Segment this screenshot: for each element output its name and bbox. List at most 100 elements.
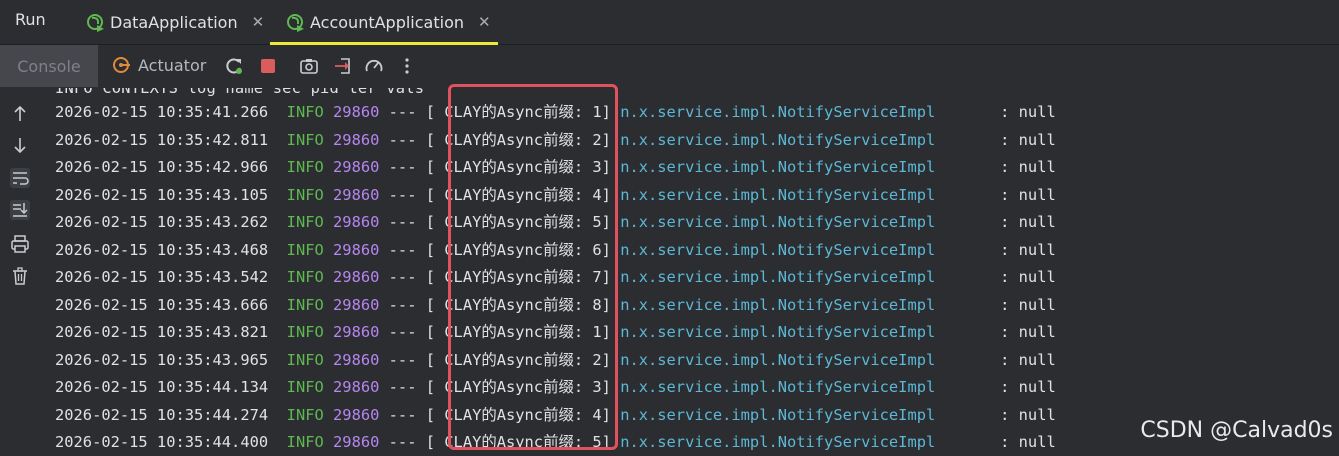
scroll-to-end-icon[interactable]: [10, 200, 30, 220]
log-class: n.x.service.impl.NotifyServiceImpl: [620, 350, 936, 369]
log-timestamp: 2026-02-15 10:35:44.274: [55, 405, 269, 424]
console-line: 2026-02-15 10:35:41.266 INFO 29860 --- […: [55, 100, 1056, 124]
log-separator: ---: [388, 158, 417, 176]
trash-icon[interactable]: [10, 266, 30, 286]
console-line: 2026-02-15 10:35:44.274 INFO 29860 --- […: [55, 403, 1056, 427]
log-separator: ---: [388, 213, 417, 231]
log-message: : null: [1000, 185, 1056, 204]
console-line: 2026-02-15 10:35:43.965 INFO 29860 --- […: [55, 348, 1056, 372]
log-class: n.x.service.impl.NotifyServiceImpl: [620, 213, 936, 231]
console-line: 2026-02-15 10:35:43.542 INFO 29860 --- […: [55, 265, 1056, 289]
log-thread: [ CLAY的Async前缀: 2]: [425, 130, 611, 149]
log-level: INFO: [286, 158, 324, 176]
log-message: : null: [1000, 433, 1056, 451]
log-timestamp: 2026-02-15 10:35:41.266: [55, 103, 269, 121]
stop-icon[interactable]: [258, 56, 278, 76]
log-thread: [ CLAY的Async前缀: 5]: [425, 213, 611, 231]
log-timestamp: 2026-02-15 10:35:43.105: [55, 185, 269, 204]
log-level: INFO: [286, 405, 324, 424]
console-tab-label: Console: [17, 56, 81, 76]
log-level: INFO: [286, 240, 324, 259]
actuator-label: Actuator: [138, 55, 207, 75]
log-thread: [ CLAY的Async前缀: 5]: [425, 433, 611, 451]
screenshot-icon[interactable]: [299, 56, 319, 76]
down-arrow-icon[interactable]: [10, 135, 30, 155]
log-message: : null: [1000, 405, 1056, 424]
console-output[interactable]: INFO CONTEXTS log name sec pid ter vals …: [40, 88, 1339, 456]
log-class: n.x.service.impl.NotifyServiceImpl: [620, 378, 936, 396]
log-pid: 29860: [333, 240, 380, 259]
console-line: 2026-02-15 10:35:42.811 INFO 29860 --- […: [55, 128, 1056, 152]
log-level: INFO: [286, 130, 324, 149]
log-separator: ---: [388, 103, 417, 121]
log-level: INFO: [286, 323, 324, 341]
console-partial-line: INFO CONTEXTS log name sec pid ter vals: [55, 88, 425, 97]
log-separator: ---: [388, 433, 417, 451]
log-class: n.x.service.impl.NotifyServiceImpl: [620, 405, 936, 424]
log-timestamp: 2026-02-15 10:35:42.966: [55, 158, 269, 176]
log-pid: 29860: [333, 268, 380, 286]
log-class: n.x.service.impl.NotifyServiceImpl: [620, 158, 936, 176]
log-separator: ---: [388, 185, 417, 204]
soft-wrap-icon[interactable]: [10, 168, 30, 188]
log-message: : null: [1000, 130, 1056, 149]
log-message: : null: [1000, 158, 1056, 176]
log-thread: [ CLAY的Async前缀: 2]: [425, 350, 611, 369]
actuator-icon: [113, 57, 130, 73]
log-level: INFO: [286, 185, 324, 204]
log-timestamp: 2026-02-15 10:35:43.262: [55, 213, 269, 231]
rerun-icon[interactable]: [224, 56, 244, 76]
log-class: n.x.service.impl.NotifyServiceImpl: [620, 130, 936, 149]
log-timestamp: 2026-02-15 10:35:43.666: [55, 295, 269, 314]
log-separator: ---: [388, 295, 417, 314]
dashboard-icon[interactable]: [364, 56, 384, 76]
console-line: 2026-02-15 10:35:43.262 INFO 29860 --- […: [55, 210, 1056, 234]
up-arrow-icon[interactable]: [10, 104, 30, 124]
log-pid: 29860: [333, 378, 380, 396]
log-thread: [ CLAY的Async前缀: 7]: [425, 268, 611, 286]
watermark: CSDN @Calvad0s: [1140, 418, 1333, 443]
log-thread: [ CLAY的Async前缀: 4]: [425, 185, 611, 204]
console-line: 2026-02-15 10:35:44.400 INFO 29860 --- […: [55, 430, 1056, 454]
log-separator: ---: [388, 378, 417, 396]
log-level: INFO: [286, 268, 324, 286]
print-icon[interactable]: [10, 234, 30, 254]
tab-actuator[interactable]: Actuator: [112, 55, 206, 75]
log-pid: 29860: [333, 158, 380, 176]
spring-run-icon: [284, 11, 306, 33]
spring-run-icon: [84, 11, 106, 33]
log-pid: 29860: [333, 323, 380, 341]
log-separator: ---: [388, 130, 417, 149]
close-icon[interactable]: ✕: [252, 13, 265, 31]
log-message: : null: [1000, 268, 1056, 286]
tab-console[interactable]: Console: [0, 45, 98, 87]
close-icon[interactable]: ✕: [478, 13, 491, 31]
log-separator: ---: [388, 240, 417, 259]
log-class: n.x.service.impl.NotifyServiceImpl: [620, 268, 936, 286]
log-timestamp: 2026-02-15 10:35:43.542: [55, 268, 269, 286]
exit-icon[interactable]: [333, 56, 353, 76]
log-pid: 29860: [333, 350, 380, 369]
more-icon[interactable]: [397, 56, 417, 76]
log-timestamp: 2026-02-15 10:35:43.468: [55, 240, 269, 259]
console-line: 2026-02-15 10:35:43.105 INFO 29860 --- […: [55, 183, 1056, 207]
log-separator: ---: [388, 350, 417, 369]
log-message: : null: [1000, 103, 1056, 121]
tab-label: DataApplication: [110, 12, 238, 32]
tab-data-application[interactable]: DataApplication ✕: [84, 0, 269, 44]
log-timestamp: 2026-02-15 10:35:43.821: [55, 323, 269, 341]
log-thread: [ CLAY的Async前缀: 8]: [425, 295, 611, 314]
log-thread: [ CLAY的Async前缀: 4]: [425, 405, 611, 424]
log-thread: [ CLAY的Async前缀: 3]: [425, 378, 611, 396]
log-message: : null: [1000, 240, 1056, 259]
log-class: n.x.service.impl.NotifyServiceImpl: [620, 295, 936, 314]
log-message: : null: [1000, 213, 1056, 231]
log-pid: 29860: [333, 103, 380, 121]
log-pid: 29860: [333, 295, 380, 314]
console-line: 2026-02-15 10:35:44.134 INFO 29860 --- […: [55, 375, 1056, 399]
log-level: INFO: [286, 378, 324, 396]
log-pid: 29860: [333, 433, 380, 451]
console-gutter: [0, 88, 40, 456]
log-message: : null: [1000, 323, 1056, 341]
tab-account-application[interactable]: AccountApplication ✕: [270, 0, 498, 45]
